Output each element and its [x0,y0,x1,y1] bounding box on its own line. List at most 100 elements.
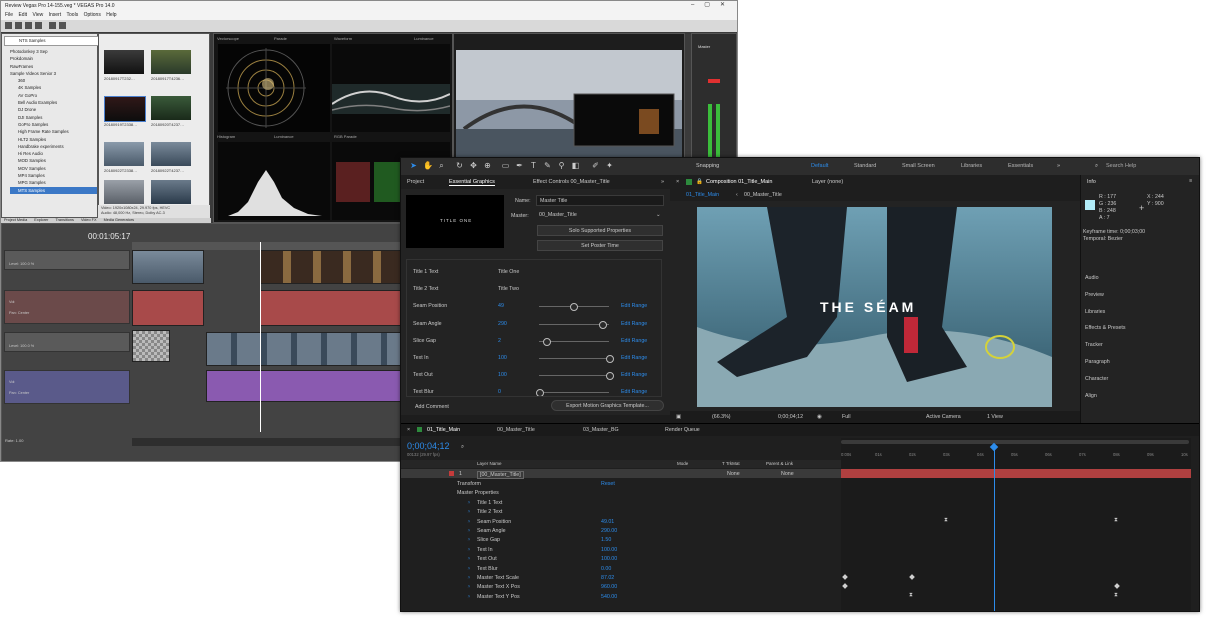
stopwatch-icon[interactable]: ◔ [467,584,470,590]
undo-icon[interactable] [49,22,56,29]
tab-project-media[interactable]: Project Media [4,218,27,222]
panel-audio[interactable]: Audio [1085,275,1099,281]
slider-knob[interactable] [606,372,614,381]
close-icon[interactable]: × [407,427,410,433]
roto-brush-icon[interactable]: ✐ [591,161,600,171]
property-row[interactable]: Slice Gap 1.50 ◔ [401,535,841,544]
stopwatch-icon[interactable]: ◔ [467,500,470,506]
tree-item[interactable]: MOV Samples [10,165,97,172]
property-value[interactable]: Reset [601,481,615,487]
name-input[interactable]: Master Title [536,195,664,206]
tab-essential-graphics[interactable]: Essential Graphics [449,179,495,186]
workspace-standard[interactable]: Standard [854,163,876,169]
property-row[interactable]: Master Text Scale 87.02 ◔ [401,573,841,582]
edit-range-link[interactable]: Edit Range [621,338,647,344]
stopwatch-icon[interactable]: ◔ [467,528,470,534]
comp-viewport[interactable]: THE SÉAM [697,207,1052,407]
panel-menu-icon[interactable]: ≡ [1189,178,1192,184]
redo-icon[interactable] [59,22,66,29]
audio-clip[interactable] [206,370,402,402]
eg-property-slider[interactable] [539,372,614,381]
tab-video-fx[interactable]: Video FX [81,218,97,222]
keyframe-bezier[interactable]: ⧗ [944,517,948,524]
layer-name[interactable]: [00_Master_Title] [477,471,524,479]
tab-effect-controls[interactable]: Effect Controls 00_Master_Title [533,179,610,185]
workspace-libraries[interactable]: Libraries [961,163,982,169]
thumbnail[interactable] [151,50,191,74]
flow-item-01-title-main[interactable]: 01_Title_Main [686,192,719,198]
stopwatch-icon[interactable]: ◔ [467,566,470,572]
thumbnail[interactable] [104,180,144,204]
eraser-icon[interactable]: ◧ [571,161,580,171]
thumbnail[interactable] [104,50,144,74]
keyframe-bezier[interactable]: ⧗ [1114,592,1118,599]
add-comment-button[interactable]: Add Comment [415,404,449,410]
thumbnail[interactable] [151,142,191,166]
eg-property-value[interactable]: Title One [498,269,519,275]
selection-tool-icon[interactable]: ➤ [409,161,418,171]
tree-item[interactable]: High Frame Rate Samples [10,128,97,135]
tab-project[interactable]: Project [407,179,424,185]
stopwatch-icon[interactable]: ◔ [467,509,470,515]
property-value[interactable]: 100.00 [601,556,617,562]
edit-range-link[interactable]: Edit Range [621,321,647,327]
tree-item[interactable]: DJ Drone [10,106,97,113]
eg-property-value[interactable]: 100 [498,372,507,378]
tree-item[interactable]: Photodonkey 3 Sep [10,48,97,55]
views-select[interactable]: 1 View [987,414,1003,420]
cti-handle[interactable] [989,442,999,452]
tree-item[interactable]: HLT2 Samples [10,136,97,143]
property-row[interactable]: Master Text Y Pos 540.00 ◔ [401,592,841,601]
edit-range-link[interactable]: Edit Range [621,372,647,378]
stopwatch-icon[interactable]: ◔ [467,519,470,525]
window-controls[interactable]: –▢✕ [691,1,735,8]
new-icon[interactable] [5,22,12,29]
tree-item[interactable]: Sample Videos Senior 3 [10,70,97,77]
workspace-small-screen[interactable]: Small Screen [902,163,935,169]
tree-item-selected[interactable]: MTS Samples [10,186,97,194]
tab-explorer[interactable]: Explorer [34,218,48,222]
eg-property-slider[interactable] [539,303,609,312]
eg-property-value[interactable]: 49 [498,303,504,309]
zoom-level[interactable]: (66.3%) [712,414,731,420]
snapshot-icon[interactable]: ◉ [817,414,822,420]
always-preview-icon[interactable]: ▣ [676,414,681,420]
property-row[interactable]: Title 2 Text ◔ [401,507,841,516]
panel-tracker[interactable]: Tracker [1085,342,1103,348]
tree-item[interactable]: MP4 Samples [10,172,97,179]
property-row[interactable]: Transform Reset [401,479,841,488]
keyframe-bezier[interactable]: ⧗ [1114,517,1118,524]
slider-knob[interactable] [599,320,607,329]
property-row[interactable]: Master Text X Pos 960.00 ◔ [401,582,841,591]
menu-file[interactable]: File [5,12,13,18]
eg-property-value[interactable]: 2 [498,338,501,344]
stopwatch-icon[interactable]: ◔ [467,575,470,581]
brush-tool-icon[interactable]: ✎ [543,161,552,171]
panel-align[interactable]: Align [1085,393,1097,399]
timeline-timecode[interactable]: 0;00;04;12 [407,441,450,451]
thumbnail[interactable] [104,142,144,166]
stopwatch-icon[interactable]: ◔ [467,594,470,600]
tree-item[interactable]: 4K Samples [10,84,97,91]
tree-item[interactable]: DJI Samples [10,114,97,121]
camera-tool-icon[interactable]: ✥ [469,161,478,171]
keyframe[interactable] [842,583,848,589]
tree-item[interactable]: GoPro Samples [10,121,97,128]
slider-knob[interactable] [606,355,614,363]
edit-range-link[interactable]: Edit Range [621,389,647,395]
stopwatch-icon[interactable]: ◔ [467,556,470,562]
search-icon[interactable]: ⌕ [461,444,464,451]
panel-preview[interactable]: Preview [1085,292,1104,298]
lock-icon[interactable]: 🔒 [696,179,703,185]
set-poster-time-button[interactable]: Set Poster Time [537,240,663,251]
tree-item[interactable]: 360 [10,77,97,84]
tab-transitions[interactable]: Transitions [55,218,73,222]
track-header-audio-2[interactable]: Vol: Pan: Center [4,370,130,404]
audio-clip[interactable] [260,290,402,326]
audio-clip[interactable] [132,290,204,326]
keyframe-bezier[interactable]: ⧗ [909,592,913,599]
slider-knob[interactable] [543,337,551,346]
trkmat-select[interactable]: None [727,471,740,477]
tab-composition[interactable]: Composition 01_Title_Main [706,179,772,185]
snapping-checkbox[interactable]: Snapping [696,163,719,169]
